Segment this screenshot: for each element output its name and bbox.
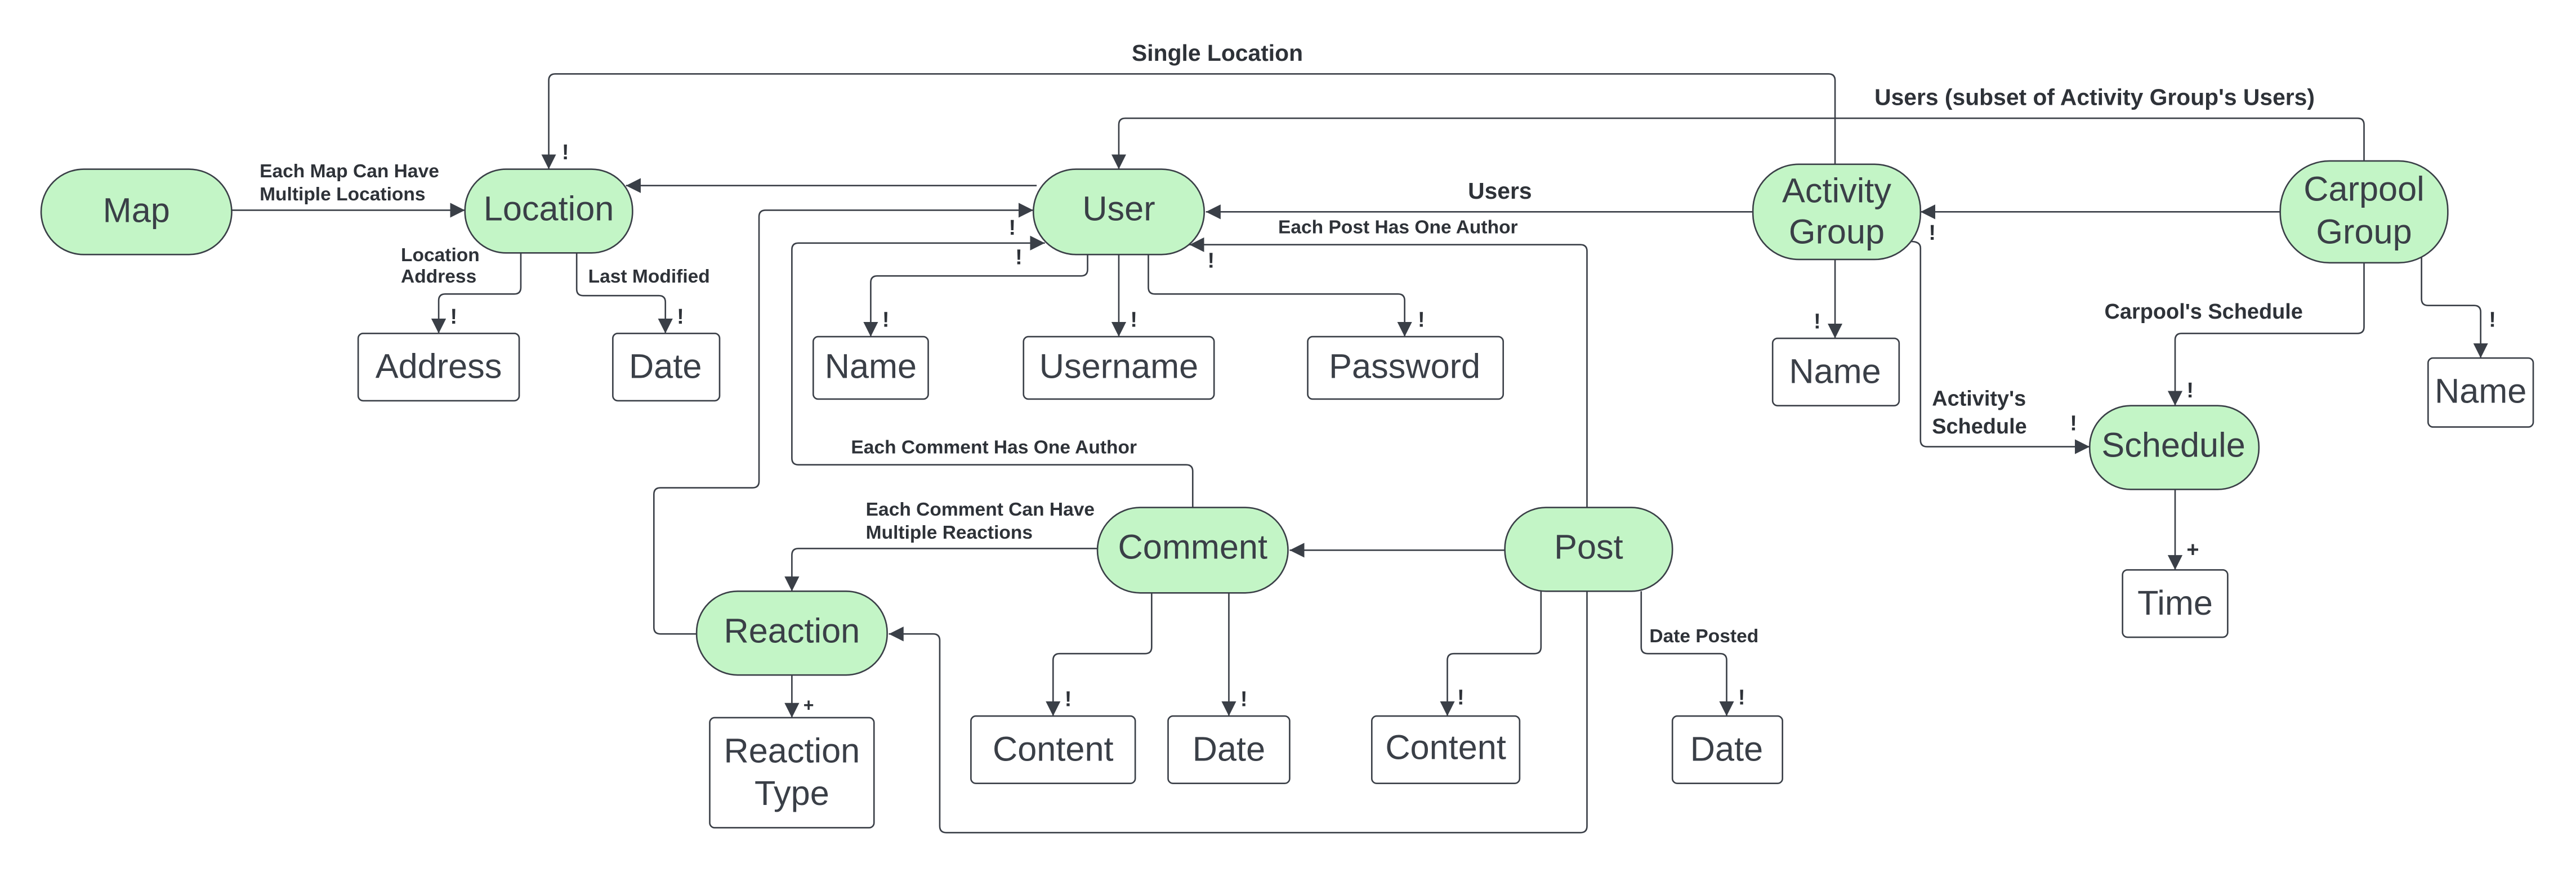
required-marker: ! <box>1009 216 1016 240</box>
edge-post-date <box>1640 591 1734 717</box>
edge-activity-location <box>541 73 1836 169</box>
attr-location-date[interactable]: Date <box>612 332 721 402</box>
attr-post-date-label: Date <box>1690 730 1763 768</box>
label-map-locations-1: Each Map Can Have <box>260 161 439 182</box>
edge-comment-reaction <box>784 548 1099 592</box>
attr-comment-date[interactable]: Date <box>1167 715 1291 785</box>
required-marker: ! <box>677 305 684 329</box>
required-marker: ! <box>1418 308 1425 332</box>
required-marker: ! <box>1130 308 1137 332</box>
attr-schedule-time[interactable]: Time <box>2122 569 2229 638</box>
er-diagram: Map Location User Activity Group Carpool… <box>40 40 2534 834</box>
entity-post[interactable]: Post <box>1504 507 1673 592</box>
label-users: Users <box>1468 178 1532 204</box>
entity-activity-group[interactable]: Activity Group <box>1752 163 1922 261</box>
edge-user-name <box>863 254 1088 337</box>
required-marker: ! <box>1928 221 1936 245</box>
attr-reaction-type-label-1: Reaction <box>724 731 860 769</box>
label-carpool-schedule: Carpool's Schedule <box>2105 300 2303 324</box>
entity-schedule[interactable]: Schedule <box>2088 405 2260 490</box>
edge-location-date <box>575 253 673 334</box>
attr-location-address[interactable]: Address <box>357 332 520 402</box>
attr-carpool-name[interactable]: Name <box>2427 357 2534 428</box>
entity-location-label: Location <box>484 190 614 228</box>
edge-user-password <box>1148 254 1412 337</box>
attr-activity-name[interactable]: Name <box>1771 337 1900 406</box>
required-marker: ! <box>1814 310 1821 334</box>
required-marker: ! <box>2489 308 2496 332</box>
entity-user-label: User <box>1082 190 1155 228</box>
attr-post-content[interactable]: Content <box>1370 715 1521 785</box>
entity-carpool-group-label-1: Carpool <box>2303 170 2424 208</box>
attr-comment-content[interactable]: Content <box>970 715 1136 785</box>
label-comment-reactions-1: Each Comment Can Have <box>866 499 1095 520</box>
required-marker: ! <box>882 308 890 332</box>
entity-comment[interactable]: Comment <box>1096 507 1289 594</box>
attr-post-date[interactable]: Date <box>1671 715 1784 785</box>
attr-user-username[interactable]: Username <box>1023 335 1215 400</box>
label-activity-schedule-1: Activity's <box>1932 387 2026 411</box>
label-post-author: Each Post Has One Author <box>1278 217 1518 238</box>
label-map-locations-2: Multiple Locations <box>260 184 425 205</box>
required-marker: ! <box>1065 688 1072 712</box>
attr-user-password[interactable]: Password <box>1307 335 1504 400</box>
edge-reaction-user <box>653 203 1034 635</box>
label-date-posted: Date Posted <box>1649 626 1758 647</box>
entity-reaction-label: Reaction <box>724 611 860 650</box>
attr-user-name[interactable]: Name <box>812 335 929 400</box>
entity-schedule-label: Schedule <box>2101 426 2245 464</box>
entity-reaction[interactable]: Reaction <box>695 590 888 676</box>
edge-carpool-schedule <box>2167 262 2365 406</box>
attr-user-name-label: Name <box>825 347 917 386</box>
entity-post-label: Post <box>1554 528 1623 566</box>
attr-reaction-type[interactable]: Reaction Type <box>709 717 875 829</box>
attr-comment-content-label: Content <box>993 730 1114 768</box>
entity-map-label: Map <box>103 191 170 229</box>
attr-activity-name-label: Name <box>1789 352 1881 390</box>
required-marker: ! <box>1208 249 1215 273</box>
attr-location-address-label: Address <box>376 347 502 386</box>
entity-user[interactable]: User <box>1032 168 1206 256</box>
label-comment-author: Each Comment Has One Author <box>851 437 1137 458</box>
required-marker: ! <box>1240 688 1248 712</box>
required-marker: ! <box>1015 246 1023 270</box>
entity-map[interactable]: Map <box>40 168 233 256</box>
required-marker: ! <box>562 141 569 164</box>
entity-location[interactable]: Location <box>464 168 633 254</box>
attr-comment-date-label: Date <box>1193 730 1265 768</box>
attr-reaction-type-label-2: Type <box>755 774 829 812</box>
many-marker: + <box>2186 538 2199 562</box>
entity-activity-group-label-2: Group <box>1789 212 1885 250</box>
entity-carpool-group-label-2: Group <box>2316 212 2412 250</box>
label-last-modified: Last Modified <box>588 266 710 287</box>
edge-carpool-users <box>1111 117 2365 169</box>
required-marker: ! <box>1738 686 1745 710</box>
required-marker: ! <box>2186 379 2194 402</box>
edge-carpool-name <box>2421 254 2488 359</box>
attr-user-password-label: Password <box>1329 347 1480 386</box>
required-marker: ! <box>1457 686 1465 710</box>
entity-comment-label: Comment <box>1118 528 1267 566</box>
required-marker: ! <box>450 305 458 329</box>
many-marker: + <box>803 695 814 715</box>
required-marker: ! <box>2070 411 2077 435</box>
label-comment-reactions-2: Multiple Reactions <box>866 522 1033 543</box>
attr-carpool-name-label: Name <box>2435 372 2526 410</box>
label-users-subset: Users (subset of Activity Group's Users) <box>1874 84 2315 110</box>
entity-carpool-group[interactable]: Carpool Group <box>2279 160 2449 264</box>
attr-post-content-label: Content <box>1385 728 1506 767</box>
edge-post-reaction <box>889 591 1588 834</box>
label-activity-schedule-2: Schedule <box>1932 415 2027 438</box>
attr-schedule-time-label: Time <box>2137 584 2213 622</box>
attr-user-username-label: Username <box>1039 347 1199 386</box>
label-location-address-2: Address <box>401 266 476 287</box>
label-location-address-1: Location <box>401 245 480 266</box>
label-single-location: Single Location <box>1132 40 1303 66</box>
entity-activity-group-label-1: Activity <box>1782 171 1891 209</box>
attr-location-date-label: Date <box>629 347 702 386</box>
